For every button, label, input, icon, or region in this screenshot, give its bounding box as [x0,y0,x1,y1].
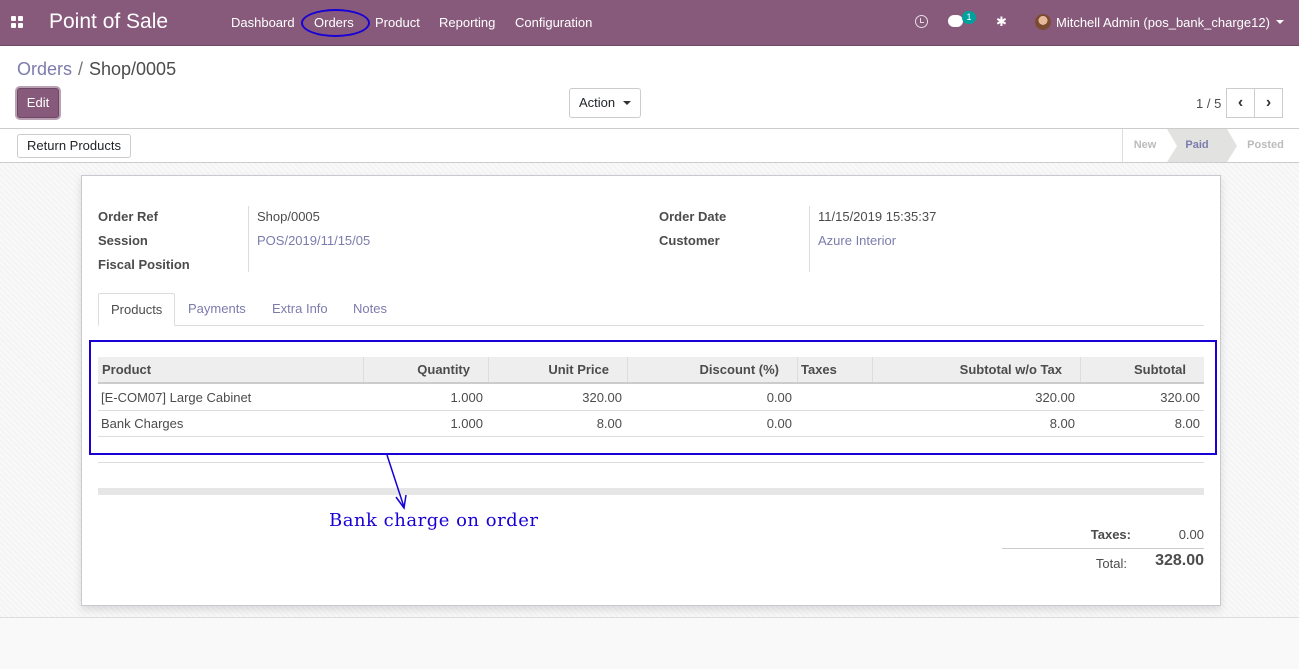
control-panel: Orders / Shop/0005 Edit Action 1 / 5 ‹ › [0,46,1299,129]
table-footer-bar [98,488,1204,495]
totals-divider [1002,548,1204,549]
label-customer: Customer [659,233,720,248]
stage-paid: Paid [1167,129,1237,162]
edit-button[interactable]: Edit [17,88,59,118]
tab-products[interactable]: Products [98,293,176,326]
pager-next-button[interactable]: › [1254,88,1283,118]
label-fiscal-position: Fiscal Position [98,257,190,272]
stage-paid-label: Paid [1185,139,1209,151]
menu-dashboard[interactable]: Dashboard [231,15,295,30]
stage-new: New [1122,129,1167,162]
value-taxes: 0.00 [1178,527,1204,542]
form-statusbar: Return Products New Paid Posted [0,129,1299,163]
debug-bug-icon[interactable]: ✱ [996,14,1007,30]
activity-clock-icon[interactable] [915,15,928,28]
app-title: Point of Sale [49,10,169,33]
table-footer-line [98,462,1204,463]
field-divider-right [809,206,810,272]
annotation-text: Bank charge on order [329,510,539,531]
annotation-highlight-box [89,340,1217,455]
tab-notes[interactable]: Notes [341,293,399,326]
apps-menu-icon[interactable] [11,16,23,28]
breadcrumb-current: Shop/0005 [89,59,177,79]
value-total: 328.00 [1155,552,1204,569]
breadcrumb-separator: / [78,59,84,79]
messages-badge: 1 [962,11,976,24]
label-total: Total: [1095,556,1127,571]
user-menu[interactable]: Mitchell Admin (pos_bank_charge12) [1056,15,1270,30]
action-label: Action [579,95,616,110]
action-dropdown[interactable]: Action [569,88,641,118]
tab-payments[interactable]: Payments [176,293,258,326]
pager-previous-button[interactable]: ‹ [1226,88,1255,118]
menu-configuration[interactable]: Configuration [515,15,592,30]
value-order-ref: Shop/0005 [257,209,320,224]
top-navbar: Point of Sale Dashboard Orders Product R… [0,0,1299,46]
value-customer-link[interactable]: Azure Interior [818,233,896,248]
return-products-button[interactable]: Return Products [17,134,131,158]
orders-highlight-circle [301,9,370,37]
action-caret-down-icon [623,101,631,105]
user-avatar[interactable] [1035,14,1051,30]
menu-product[interactable]: Product [375,15,420,30]
messages-chat-icon[interactable] [948,15,963,27]
label-session: Session [98,233,148,248]
pager-value: 1 / 5 [1196,96,1222,111]
notebook-tabs: Products Payments Extra Info Notes [98,293,1204,326]
user-caret-down-icon[interactable] [1276,20,1284,24]
label-order-date: Order Date [659,209,727,224]
tab-extra-info[interactable]: Extra Info [260,293,340,326]
breadcrumb-orders[interactable]: Orders [17,59,72,80]
stage-posted: Posted [1247,139,1284,151]
menu-reporting[interactable]: Reporting [439,15,495,30]
value-order-date: 11/15/2019 15:35:37 [818,209,937,224]
annotation-arrow-icon [386,454,407,510]
label-order-ref: Order Ref [98,209,158,224]
value-session-link[interactable]: POS/2019/11/15/05 [257,233,370,248]
label-taxes: Taxes: [1090,527,1131,542]
field-divider-left [248,206,249,272]
